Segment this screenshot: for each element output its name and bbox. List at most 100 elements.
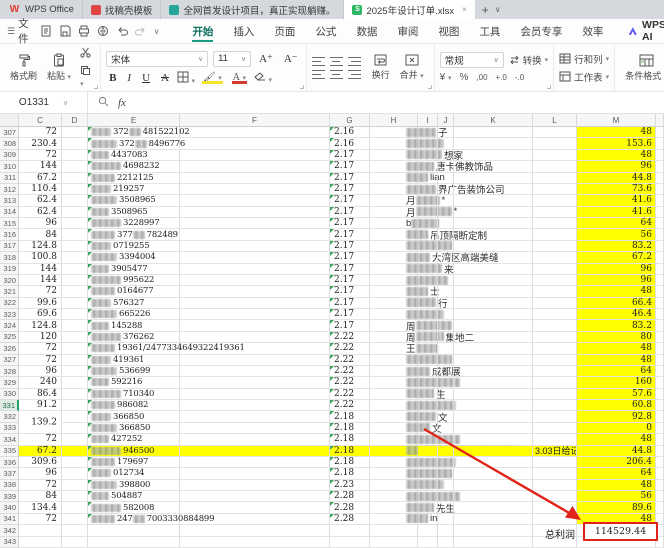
cell-M319[interactable]: 96	[577, 264, 656, 275]
cell-D320[interactable]	[62, 275, 88, 286]
row-header-331[interactable]: 331	[0, 400, 19, 411]
cell-D328[interactable]	[62, 366, 88, 377]
row-header-338[interactable]: 338	[0, 480, 19, 491]
currency-format-button[interactable]: ¥ ▾	[440, 72, 452, 83]
rows-columns-button[interactable]: 行和列▾	[559, 52, 609, 66]
cell-E336[interactable]: 179697	[88, 457, 180, 468]
cell-I326[interactable]	[418, 343, 438, 354]
row-header-320[interactable]: 320	[0, 275, 19, 286]
cell-K325[interactable]	[454, 332, 533, 343]
cell-I342[interactable]	[418, 525, 438, 536]
cell-H343[interactable]	[370, 537, 418, 548]
cell-L326[interactable]	[533, 343, 577, 354]
cell-C319[interactable]: 144	[19, 264, 62, 275]
cell-H333[interactable]: 文	[370, 423, 418, 434]
cell-N312[interactable]	[656, 184, 664, 195]
row-header-308[interactable]: 308	[0, 138, 19, 149]
cell-J316[interactable]	[438, 229, 454, 240]
cell-L330[interactable]	[533, 389, 577, 400]
cell-I335[interactable]	[418, 446, 438, 457]
cell-E328[interactable]: 536699	[88, 366, 180, 377]
cell-N327[interactable]	[656, 355, 664, 366]
column-header-partial[interactable]	[656, 114, 664, 126]
cell-I319[interactable]	[418, 264, 438, 275]
cell-J341[interactable]	[438, 514, 454, 525]
fill-color-button[interactable]: 🖌 ▾	[200, 72, 225, 83]
row-header-318[interactable]: 318	[0, 252, 19, 263]
formula-search-icon[interactable]	[98, 94, 109, 112]
close-tab-icon[interactable]: ×	[462, 5, 467, 14]
cell-J334[interactable]	[438, 434, 454, 445]
cell-N333[interactable]	[656, 423, 664, 434]
cell-E338[interactable]: 398800	[88, 480, 180, 491]
cell-M333[interactable]: 0	[577, 423, 656, 434]
cell-C341[interactable]: 72	[19, 514, 62, 525]
cell-F321[interactable]	[180, 286, 330, 297]
cell-L328[interactable]	[533, 366, 577, 377]
cell-F312[interactable]	[180, 184, 330, 195]
cell-G318[interactable]: 2.17	[330, 252, 370, 263]
menu-tab-视图[interactable]: 视图	[429, 19, 468, 43]
cell-E310[interactable]: 4698232	[88, 161, 180, 172]
cell-C316[interactable]: 84	[19, 229, 62, 240]
cell-N316[interactable]	[656, 229, 664, 240]
cell-F313[interactable]	[180, 195, 330, 206]
cell-J320[interactable]	[438, 275, 454, 286]
align-left-button[interactable]	[312, 70, 325, 79]
cell-G326[interactable]: 2.22	[330, 343, 370, 354]
cell-F335[interactable]	[180, 446, 330, 457]
cell-E340[interactable]: 582008	[88, 502, 180, 513]
cell-N313[interactable]	[656, 195, 664, 206]
cell-L322[interactable]	[533, 298, 577, 309]
cell-C315[interactable]: 96	[19, 218, 62, 229]
cell-G336[interactable]: 2.18	[330, 457, 370, 468]
cell-K323[interactable]	[454, 309, 533, 320]
cell-F332[interactable]	[180, 411, 330, 422]
tab-list-caret[interactable]: ∨	[495, 5, 501, 14]
cell-F309[interactable]	[180, 150, 330, 161]
cell-N326[interactable]	[656, 343, 664, 354]
cell-N336[interactable]	[656, 457, 664, 468]
format-painter-button[interactable]: 格式刷	[5, 52, 42, 83]
cell-G341[interactable]: 2.28	[330, 514, 370, 525]
cell-E317[interactable]: 0719255	[88, 241, 180, 252]
cell-C337[interactable]: 96	[19, 468, 62, 479]
cell-C309[interactable]: 72	[19, 150, 62, 161]
cell-D336[interactable]	[62, 457, 88, 468]
cell-G321[interactable]: 2.17	[330, 286, 370, 297]
cell-K340[interactable]	[454, 502, 533, 513]
cell-G319[interactable]: 2.17	[330, 264, 370, 275]
cell-F336[interactable]	[180, 457, 330, 468]
cell-D309[interactable]	[62, 150, 88, 161]
row-header-315[interactable]: 315	[0, 218, 19, 229]
merge-cells-button[interactable]: 合并 ▾	[395, 53, 429, 82]
cell-J330[interactable]	[438, 389, 454, 400]
cell-D307[interactable]	[62, 127, 88, 138]
cell-L313[interactable]	[533, 195, 577, 206]
menu-tab-工具[interactable]: 工具	[470, 19, 509, 43]
cell-G324[interactable]: 2.17	[330, 320, 370, 331]
cell-F325[interactable]	[180, 332, 330, 343]
cell-C323[interactable]: 69.6	[19, 309, 62, 320]
cell-D318[interactable]	[62, 252, 88, 263]
cell-M312[interactable]: 73.6	[577, 184, 656, 195]
cut-button[interactable]	[80, 47, 91, 60]
cell-G331[interactable]: 2.22	[330, 400, 370, 411]
cell-G330[interactable]: 2.22	[330, 389, 370, 400]
cell-D316[interactable]	[62, 229, 88, 240]
cell-M315[interactable]: 64	[577, 218, 656, 229]
font-size-select[interactable]: 11∨	[213, 51, 251, 67]
cell-I340[interactable]	[418, 502, 438, 513]
cell-I336[interactable]	[418, 457, 438, 468]
cell-H307[interactable]: 子	[370, 127, 418, 138]
cell-G308[interactable]: 2.16	[330, 138, 370, 149]
cell-E339[interactable]: 504887	[88, 491, 180, 502]
cell-L340[interactable]	[533, 502, 577, 513]
align-bottom-button[interactable]	[348, 57, 361, 66]
cell-M331[interactable]: 60.8	[577, 400, 656, 411]
cell-N314[interactable]	[656, 207, 664, 218]
menu-tab-公式[interactable]: 公式	[306, 19, 345, 43]
cell-L320[interactable]	[533, 275, 577, 286]
cell-K339[interactable]	[454, 491, 533, 502]
cell-M329[interactable]: 160	[577, 377, 656, 388]
